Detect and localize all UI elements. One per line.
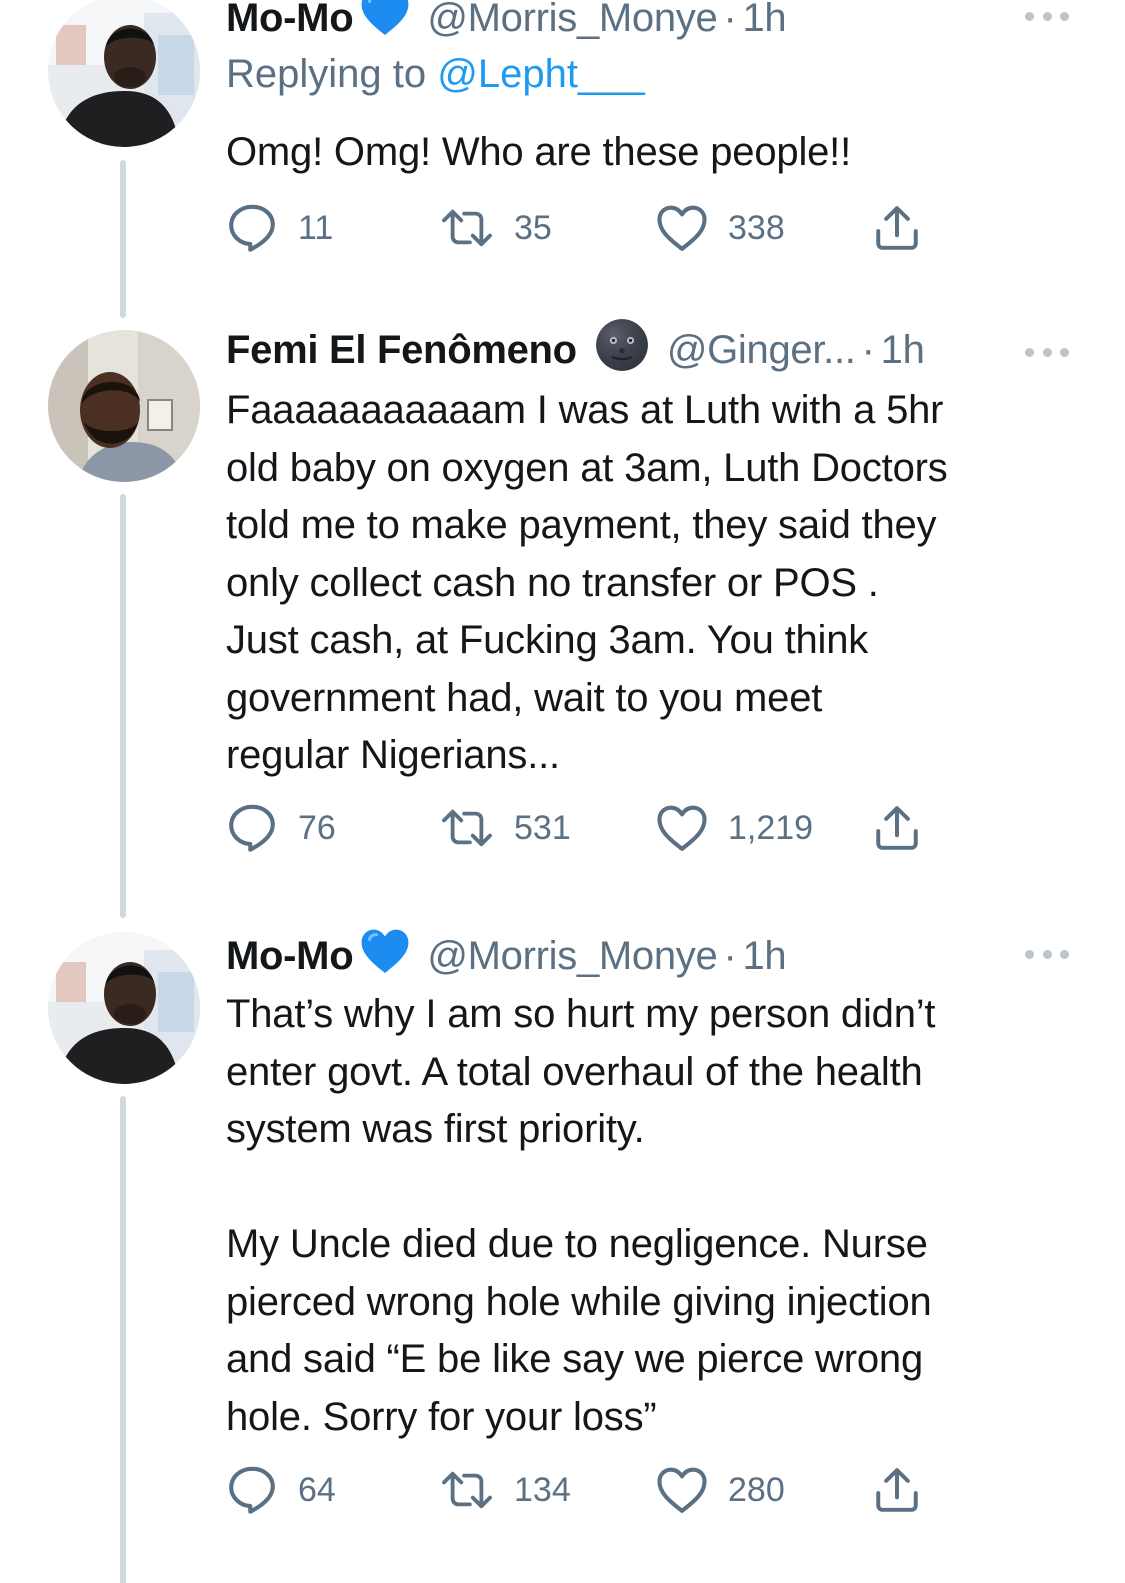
like-count: 1,219 — [728, 808, 814, 847]
tweet-header: Mo-Mo @Morris_Monye · 1h — [226, 0, 1069, 42]
reply-count: 11 — [298, 208, 334, 247]
more-dots-icon[interactable] — [1025, 6, 1069, 26]
share-button[interactable] — [872, 198, 922, 258]
speech-bubble-icon — [226, 802, 278, 854]
thread-line — [120, 160, 126, 318]
separator-dot: · — [861, 327, 875, 372]
reply-thread: Mo-Mo @Morris_Monye · 1h Replying to @Le… — [0, 0, 1125, 1583]
share-upload-icon — [872, 1465, 922, 1515]
reply-button[interactable]: 64 — [226, 1460, 336, 1520]
share-upload-icon — [872, 803, 922, 853]
action-bar: 11 35 338 — [226, 198, 926, 258]
display-name[interactable]: Mo-Mo — [226, 0, 354, 41]
tweet-text: Omg! Omg! Who are these people!! — [226, 130, 852, 174]
action-bar: 64 134 280 — [226, 1460, 926, 1520]
speech-bubble-icon — [226, 202, 278, 254]
replying-to-mention[interactable]: @Lepht___ — [437, 52, 644, 96]
blue-heart-icon — [357, 0, 413, 46]
separator-dot: · — [723, 0, 737, 40]
retweet-count: 35 — [514, 208, 552, 247]
replying-to-label: Replying to — [226, 52, 427, 96]
display-name[interactable]: Mo-Mo — [226, 934, 354, 979]
thread-line — [120, 1096, 126, 1583]
avatar[interactable] — [48, 0, 200, 147]
like-button[interactable]: 338 — [656, 198, 785, 258]
like-button[interactable]: 280 — [656, 1460, 785, 1520]
like-count: 280 — [728, 1470, 785, 1509]
tweet-content: Femi El Fenômeno @Ginger... · 1h Faaaaaa… — [226, 318, 1069, 785]
like-button[interactable]: 1,219 — [656, 798, 813, 858]
user-handle[interactable]: @Morris_Monye — [427, 0, 717, 41]
separator-dot: · — [723, 933, 737, 978]
reply-count: 76 — [298, 808, 336, 847]
tweet-header: Mo-Mo @Morris_Monye · 1h — [226, 928, 1069, 984]
timestamp[interactable]: 1h — [742, 0, 786, 41]
heart-outline-icon — [656, 204, 708, 252]
retweet-button[interactable]: 134 — [440, 1460, 571, 1520]
display-name[interactable]: Femi El Fenômeno — [226, 328, 577, 373]
like-count: 338 — [728, 208, 785, 247]
action-bar: 76 531 1,219 — [226, 798, 926, 858]
user-handle[interactable]: @Ginger... — [667, 328, 856, 373]
replying-to: Replying to @Lepht___ — [226, 52, 1069, 104]
timestamp[interactable]: 1h — [881, 328, 925, 373]
retweet-count: 134 — [514, 1470, 571, 1509]
retweet-count: 531 — [514, 808, 571, 847]
retweet-icon — [440, 205, 494, 251]
share-button[interactable] — [872, 798, 922, 858]
share-button[interactable] — [872, 1460, 922, 1520]
more-dots-icon[interactable] — [1025, 342, 1069, 362]
retweet-button[interactable]: 531 — [440, 798, 571, 858]
avatar[interactable] — [48, 932, 200, 1084]
retweet-button[interactable]: 35 — [440, 198, 552, 258]
heart-outline-icon — [656, 1466, 708, 1514]
tweet-content: Mo-Mo @Morris_Monye · 1h Replying to @Le… — [226, 0, 1069, 182]
tweet-header: Femi El Fenômeno @Ginger... · 1h — [226, 322, 1069, 378]
tweet-text: That’s why I am so hurt my person didn’t… — [226, 992, 936, 1439]
new-moon-face-emoji — [595, 318, 649, 382]
retweet-icon — [440, 1467, 494, 1513]
timestamp[interactable]: 1h — [742, 934, 786, 979]
speech-bubble-icon — [226, 1464, 278, 1516]
reply-count: 64 — [298, 1470, 336, 1509]
tweet-content: Mo-Mo @Morris_Monye · 1h That’s why I am… — [226, 920, 1069, 1446]
thread-line — [120, 494, 126, 918]
reply-button[interactable]: 76 — [226, 798, 336, 858]
tweet-text: Faaaaaaaaaaam I was at Luth with a 5hr o… — [226, 388, 948, 777]
more-dots-icon[interactable] — [1025, 944, 1069, 964]
retweet-icon — [440, 805, 494, 851]
heart-outline-icon — [656, 804, 708, 852]
avatar[interactable] — [48, 330, 200, 482]
share-upload-icon — [872, 203, 922, 253]
blue-heart-icon — [357, 928, 413, 984]
reply-button[interactable]: 11 — [226, 198, 333, 258]
user-handle[interactable]: @Morris_Monye — [427, 934, 717, 979]
